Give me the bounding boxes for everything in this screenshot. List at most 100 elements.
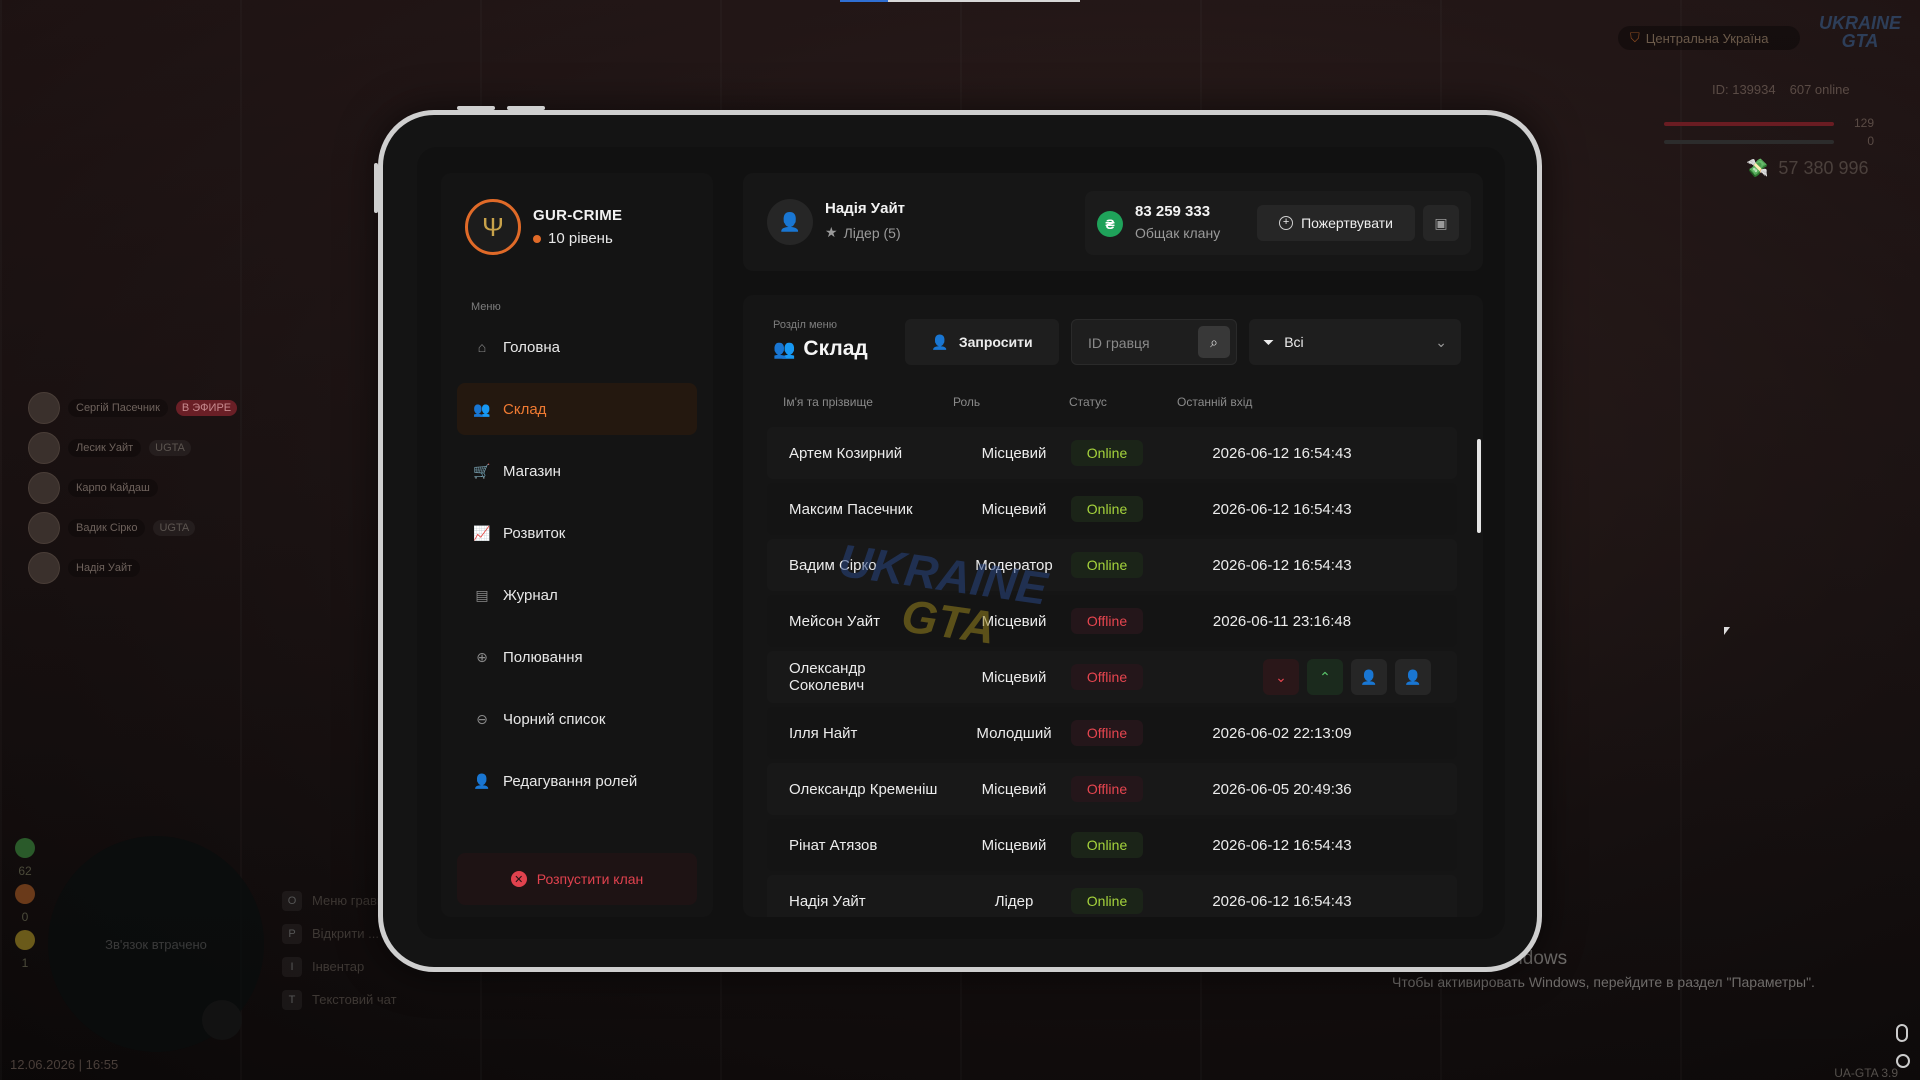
table-row[interactable]: Надія Уайт Лідер Online 2026-06-12 16:54… — [767, 875, 1457, 917]
status-badge: Offline — [1071, 608, 1143, 634]
hotkey-key: T — [282, 989, 302, 1010]
column-name: Ім'я та прізвище — [783, 395, 873, 409]
scrollbar[interactable] — [1477, 439, 1481, 533]
promote-button[interactable]: ⌃ — [1307, 659, 1343, 695]
edit-member-button[interactable]: 👤 — [1395, 659, 1431, 695]
table-row[interactable]: Рінат Атязов Місцевий Online 2026-06-12 … — [767, 819, 1457, 871]
sidebar-item-hunting[interactable]: ⊕ Полювання — [457, 631, 697, 683]
roster-panel: Розділ меню 👥 Склад 👤 Запросити ⌕ ⏷ Всі … — [743, 295, 1483, 917]
table-row[interactable]: Олександр Кременіш Місцевий Offline 2026… — [767, 763, 1457, 815]
column-role: Роль — [953, 395, 981, 409]
health-bar: 129 — [1664, 116, 1874, 130]
sidebar-item-home[interactable]: ⌂ Головна — [457, 321, 697, 373]
clan-level: 10 рівень — [533, 230, 622, 247]
hotkey-item: T Текстовий чат — [282, 983, 397, 1016]
member-role: Місцевий — [981, 444, 1047, 462]
page-title: 👥 Склад — [773, 337, 868, 361]
archive-icon: ▣ — [1434, 214, 1448, 231]
sidebar-item-journal[interactable]: ▤ Журнал — [457, 569, 697, 621]
star-icon: ★ — [825, 224, 838, 240]
member-role: Лідер — [994, 892, 1034, 910]
clan-emblem-icon: Ψ — [465, 199, 521, 255]
avatar — [28, 512, 60, 544]
donate-button[interactable]: + Пожертвувати — [1257, 205, 1415, 241]
page-title-text: Склад — [803, 337, 868, 360]
status-badge: Offline — [1071, 664, 1143, 690]
star-icon — [15, 930, 35, 950]
sidebar-item-role-editor[interactable]: 👤 Редагування ролей — [457, 755, 697, 807]
voice-name: Сергій Пасечник — [68, 399, 168, 417]
armor-value: 0 — [1867, 134, 1874, 148]
status-badge: Online — [1071, 496, 1143, 522]
last-login: 2026-06-12 16:54:43 — [1212, 500, 1352, 518]
voice-item: Карпо Кайдаш — [28, 468, 237, 508]
chevron-down-icon: ⌄ — [1435, 333, 1447, 350]
region-name: Центральна Україна — [1645, 30, 1769, 46]
archive-button[interactable]: ▣ — [1423, 205, 1459, 241]
clan-bank: ₴ 83 259 333 Общак клану + Пожертвувати … — [1085, 191, 1471, 255]
stat-value: 62 — [18, 864, 32, 878]
table-row-hovered[interactable]: Олександр Соколевич Місцевий Offline ⌄ ⌃… — [767, 651, 1457, 703]
chevron-down-icon: ⌄ — [1275, 668, 1287, 685]
row-actions: ⌄ ⌃ 👤 👤 — [1263, 659, 1431, 695]
voice-name: Лесик Уайт — [68, 439, 142, 457]
close-icon: ✕ — [510, 871, 527, 887]
sidebar-item-roster[interactable]: 👥 Склад — [457, 383, 697, 435]
hotkey-label: Інвентар — [312, 959, 365, 974]
last-login: 2026-06-12 16:54:43 — [1212, 892, 1352, 910]
table-header: Ім'я та прізвище Роль Статус Останній вх… — [767, 395, 1457, 415]
money-value: 57 380 996 — [1778, 158, 1869, 178]
left-stats: 62 0 1 — [14, 838, 36, 970]
tablet-screen: Ψ GUR-CRIME 10 рівень Меню ⌂ Головна 👥 С… — [417, 147, 1505, 939]
status-filter-select[interactable]: ⏷ Всі ⌄ — [1249, 319, 1461, 365]
sidebar-item-label: Розвиток — [503, 524, 566, 542]
sidebar: Ψ GUR-CRIME 10 рівень Меню ⌂ Головна 👥 С… — [441, 173, 713, 917]
hotkey-label: Відкрити ... — [312, 926, 379, 941]
avatar — [28, 432, 60, 464]
player-id: ID: 139934 — [1712, 82, 1776, 97]
sidebar-item-development[interactable]: 📈 Розвиток — [457, 507, 697, 559]
member-role: Місцевий — [981, 780, 1047, 798]
sidebar-item-label: Редагування ролей — [503, 772, 638, 790]
clan-brand: Ψ GUR-CRIME 10 рівень — [465, 199, 622, 255]
disband-clan-button[interactable]: ✕ Розпустити клан — [457, 853, 697, 905]
voice-item: Сергій Пасечник В ЭФИРЕ — [28, 388, 238, 428]
mouse-cursor — [1724, 627, 1730, 635]
avatar — [28, 392, 60, 424]
voice-item: Надія Уайт — [28, 548, 237, 588]
table-row[interactable]: Артем Козирний Місцевий Online 2026-06-1… — [767, 427, 1457, 479]
filter-value: Всі — [1284, 334, 1304, 350]
voice-name: Надія Уайт — [68, 559, 141, 577]
sidebar-item-shop[interactable]: 🛒 Магазин — [457, 445, 697, 497]
money-icon: 💸 — [1746, 158, 1769, 178]
user-edit-icon: 👤 — [473, 772, 491, 789]
column-status: Статус — [1069, 395, 1107, 409]
tag-badge: UGTA — [153, 520, 196, 536]
invite-button[interactable]: 👤 Запросити — [905, 319, 1059, 365]
table-row[interactable]: Максим Пасечник Місцевий Online 2026-06-… — [767, 483, 1457, 535]
user-remove-icon: 👤 — [1360, 668, 1378, 685]
search-button[interactable]: ⌕ — [1198, 326, 1230, 358]
hotkey-key: O — [282, 890, 302, 911]
tablet-frame: Ψ GUR-CRIME 10 рівень Меню ⌂ Головна 👥 С… — [374, 106, 1542, 972]
status-badge: Offline — [1071, 720, 1143, 746]
demote-button[interactable]: ⌄ — [1263, 659, 1299, 695]
sidebar-item-blacklist[interactable]: ⊖ Чорний список — [457, 693, 697, 745]
member-role: Місцевий — [981, 668, 1047, 686]
sidebar-menu: ⌂ Головна 👥 Склад 🛒 Магазин 📈 Розвиток ▤ — [457, 321, 697, 817]
donate-label: Пожертвувати — [1301, 215, 1393, 231]
clan-level-text: 10 рівень — [548, 230, 613, 247]
search-icon: ⌕ — [1210, 333, 1218, 350]
home-icon: ⌂ — [477, 339, 487, 355]
tablet-button — [507, 106, 545, 110]
voice-name: Карпо Кайдаш — [68, 479, 158, 497]
hotkey-key: P — [282, 923, 302, 944]
sidebar-item-label: Головна — [503, 338, 560, 356]
kick-member-button[interactable]: 👤 — [1351, 659, 1387, 695]
table-row[interactable]: Ілля Найт Молодший Offline 2026-06-02 22… — [767, 707, 1457, 759]
member-role: Місцевий — [981, 836, 1047, 854]
search-input[interactable] — [1086, 332, 1190, 354]
activation-subtitle: Чтобы активировать Windows, перейдите в … — [1392, 974, 1815, 990]
voice-item: Лесик Уайт UGTA — [28, 428, 237, 468]
mic-icon — [202, 1000, 242, 1040]
